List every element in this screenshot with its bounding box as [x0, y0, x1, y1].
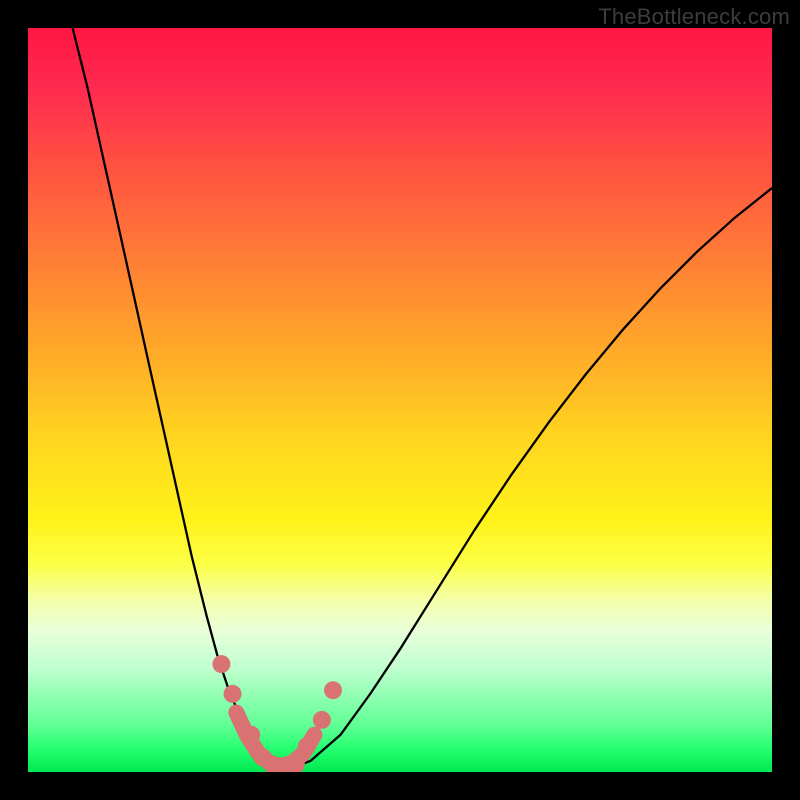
chart-frame: TheBottleneck.com: [0, 0, 800, 800]
datapoint: [324, 681, 342, 699]
datapoint: [313, 711, 331, 729]
datapoint: [242, 726, 260, 744]
datapoint: [298, 737, 316, 755]
watermark-text: TheBottleneck.com: [598, 4, 790, 30]
right-curve: [285, 188, 772, 771]
left-curve: [73, 28, 285, 771]
datapoint: [212, 655, 230, 673]
chart-svg: [28, 28, 772, 772]
datapoint: [224, 685, 242, 703]
